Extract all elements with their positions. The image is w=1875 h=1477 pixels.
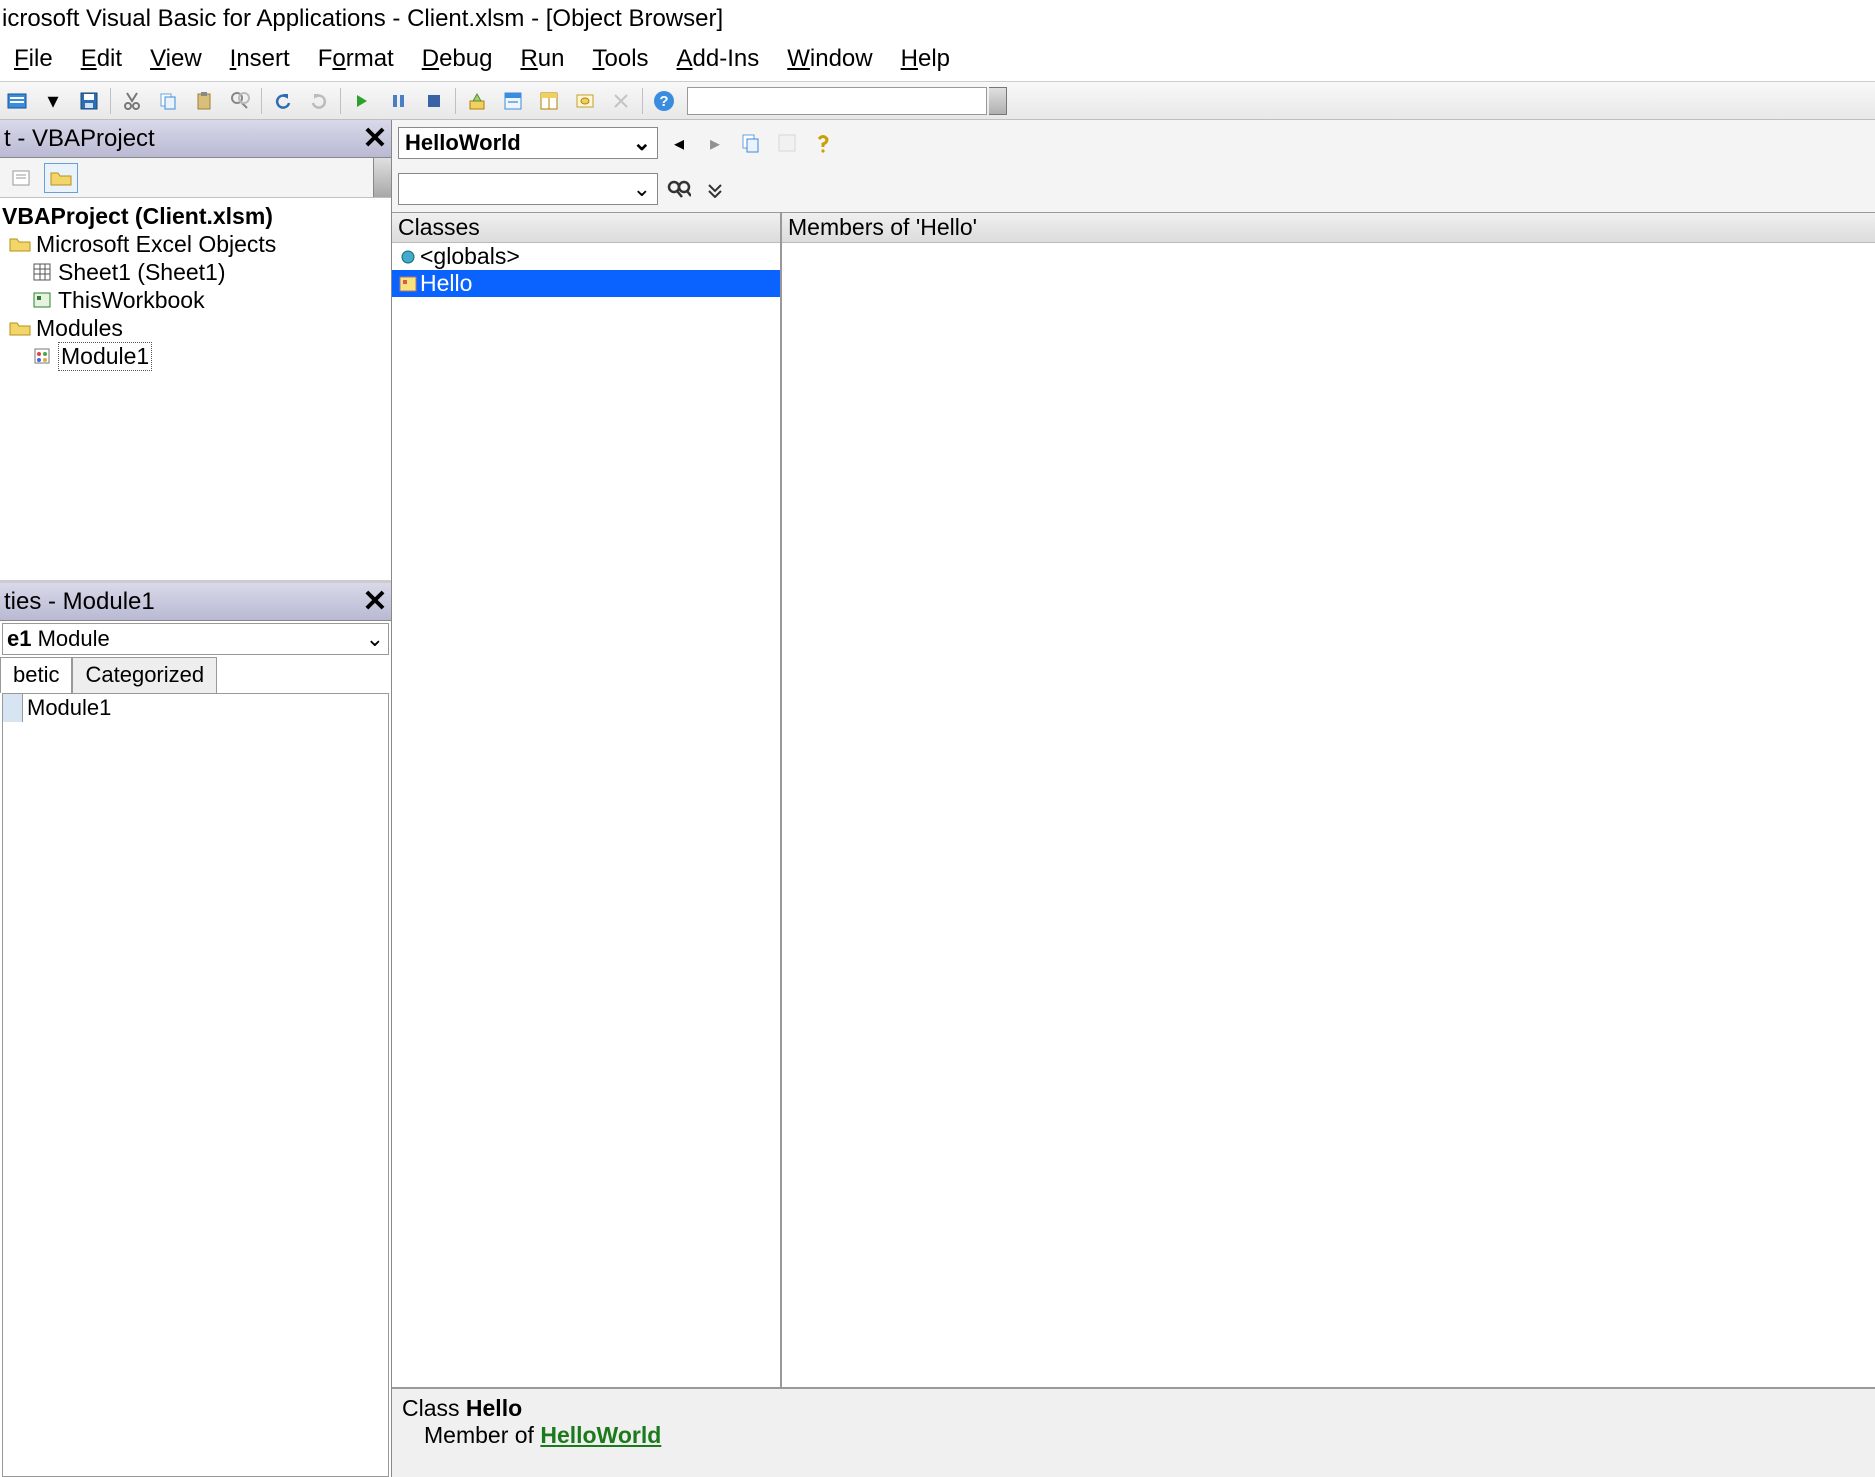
classes-list: <globals> Hello — [392, 243, 780, 1387]
menu-bar: File Edit View Insert Format Debug Run T… — [0, 37, 1875, 82]
content-area: t - VBAProject ✕ VBAProject (Client.xlsm… — [0, 120, 1875, 1477]
project-pane-title-text: t - VBAProject — [4, 125, 155, 153]
svg-text:?: ? — [659, 93, 668, 110]
menu-insert[interactable]: Insert — [216, 41, 304, 77]
design-mode-icon[interactable] — [460, 86, 494, 116]
nav-back-icon[interactable]: ◂ — [664, 128, 694, 158]
property-value-cell[interactable]: Module1 — [23, 695, 111, 721]
search-icon[interactable] — [664, 174, 694, 204]
title-bar: icrosoft Visual Basic for Applications -… — [0, 0, 1875, 37]
reset-icon[interactable] — [417, 86, 451, 116]
menu-file[interactable]: File — [0, 41, 67, 77]
property-key-cell — [3, 694, 23, 722]
project-explorer-icon[interactable] — [496, 86, 530, 116]
run-icon[interactable] — [345, 86, 379, 116]
tree-folder-excel-objects[interactable]: Microsoft Excel Objects — [0, 230, 391, 258]
object-browser-icon[interactable] — [568, 86, 602, 116]
project-toolbar-scroll-icon[interactable] — [373, 158, 391, 197]
procedure-combo-dropdown-icon[interactable] — [989, 87, 1007, 115]
procedure-combo[interactable] — [687, 87, 987, 115]
view-excel-icon[interactable] — [0, 86, 34, 116]
menu-help[interactable]: Help — [887, 41, 964, 77]
menu-tools[interactable]: Tools — [579, 41, 663, 77]
tree-item-sheet1[interactable]: Sheet1 (Sheet1) — [0, 258, 391, 286]
class-item-hello[interactable]: Hello — [392, 270, 780, 297]
tree-root-vbaproject[interactable]: VBAProject (Client.xlsm) — [0, 202, 391, 230]
menu-view[interactable]: View — [136, 41, 216, 77]
help-icon[interactable] — [808, 128, 838, 158]
object-browser: HelloWorld ⌄ ◂ ▸ ⌄ Classes — [392, 120, 1875, 1477]
project-toolbar — [0, 158, 391, 198]
chevron-down-icon: ⌄ — [633, 176, 651, 202]
help-icon[interactable]: ? — [647, 86, 681, 116]
menu-format[interactable]: Format — [304, 41, 408, 77]
classes-header: Classes — [392, 213, 780, 243]
toggle-folders-icon[interactable] — [44, 163, 78, 193]
save-icon[interactable] — [72, 86, 106, 116]
tab-categorized[interactable]: Categorized — [72, 657, 217, 693]
toolbox-icon[interactable] — [604, 86, 638, 116]
title-text: icrosoft Visual Basic for Applications -… — [2, 5, 723, 33]
view-code-icon[interactable] — [4, 163, 38, 193]
properties-tabs: betic Categorized — [0, 657, 391, 693]
redo-icon[interactable] — [302, 86, 336, 116]
class-item-globals[interactable]: <globals> — [392, 243, 780, 270]
classes-panel: Classes <globals> Hello — [392, 213, 782, 1387]
members-list — [782, 243, 1875, 1387]
undo-icon[interactable] — [266, 86, 300, 116]
chevron-down-icon: ⌄ — [366, 626, 384, 652]
menu-run[interactable]: Run — [506, 41, 578, 77]
details-library-link[interactable]: HelloWorld — [540, 1422, 661, 1448]
paste-icon[interactable] — [187, 86, 221, 116]
tree-folder-modules[interactable]: Modules — [0, 314, 391, 342]
nav-forward-icon[interactable]: ▸ — [700, 128, 730, 158]
project-pane-title: t - VBAProject ✕ — [0, 120, 391, 158]
properties-object-combo[interactable]: e1 Module ⌄ — [2, 623, 389, 655]
tab-alphabetic[interactable]: betic — [0, 657, 72, 693]
properties-pane-close-icon[interactable]: ✕ — [359, 586, 391, 618]
menu-addins[interactable]: Add-Ins — [663, 41, 774, 77]
details-line-1: Class Hello — [402, 1395, 1865, 1422]
search-combo[interactable]: ⌄ — [398, 173, 658, 205]
menu-window[interactable]: Window — [773, 41, 886, 77]
members-header: Members of 'Hello' — [782, 213, 1875, 243]
members-panel: Members of 'Hello' — [782, 213, 1875, 1387]
class-icon — [396, 276, 420, 292]
chevron-down-icon: ⌄ — [633, 130, 651, 156]
view-definition-icon[interactable] — [772, 128, 802, 158]
find-icon[interactable] — [223, 86, 257, 116]
properties-window-icon[interactable] — [532, 86, 566, 116]
properties-grid: Module1 — [2, 693, 389, 1477]
properties-pane-title: ties - Module1 ✕ — [0, 583, 391, 621]
worksheet-icon — [30, 262, 54, 282]
details-line-2: Member of HelloWorld — [402, 1422, 1865, 1449]
tree-item-thisworkbook[interactable]: ThisWorkbook — [0, 286, 391, 314]
break-icon[interactable] — [381, 86, 415, 116]
dropdown-icon[interactable]: ▾ — [36, 86, 70, 116]
properties-pane-title-text: ties - Module1 — [4, 588, 155, 616]
menu-debug[interactable]: Debug — [408, 41, 507, 77]
show-search-results-icon[interactable] — [700, 174, 730, 204]
library-combo[interactable]: HelloWorld ⌄ — [398, 127, 658, 159]
folder-icon — [8, 234, 32, 254]
module-icon — [30, 346, 54, 366]
copy-icon[interactable] — [151, 86, 185, 116]
properties-row-name[interactable]: Module1 — [3, 694, 388, 722]
object-browser-details: Class Hello Member of HelloWorld — [392, 1387, 1875, 1477]
main-toolbar: ▾ ? — [0, 82, 1875, 120]
left-column: t - VBAProject ✕ VBAProject (Client.xlsm… — [0, 120, 392, 1477]
cut-icon[interactable] — [115, 86, 149, 116]
menu-edit[interactable]: Edit — [67, 41, 136, 77]
object-browser-toolbar: HelloWorld ⌄ ◂ ▸ ⌄ — [392, 120, 1875, 213]
project-pane-close-icon[interactable]: ✕ — [359, 123, 391, 155]
project-tree: VBAProject (Client.xlsm) Microsoft Excel… — [0, 198, 391, 580]
globals-icon — [396, 249, 420, 265]
folder-icon — [8, 318, 32, 338]
object-browser-body: Classes <globals> Hello Members of 'Hell… — [392, 213, 1875, 1387]
properties-pane: ties - Module1 ✕ e1 Module ⌄ betic Categ… — [0, 580, 391, 1477]
copy-to-clipboard-icon[interactable] — [736, 128, 766, 158]
tree-item-module1[interactable]: Module1 — [0, 342, 391, 370]
workbook-icon — [30, 290, 54, 310]
